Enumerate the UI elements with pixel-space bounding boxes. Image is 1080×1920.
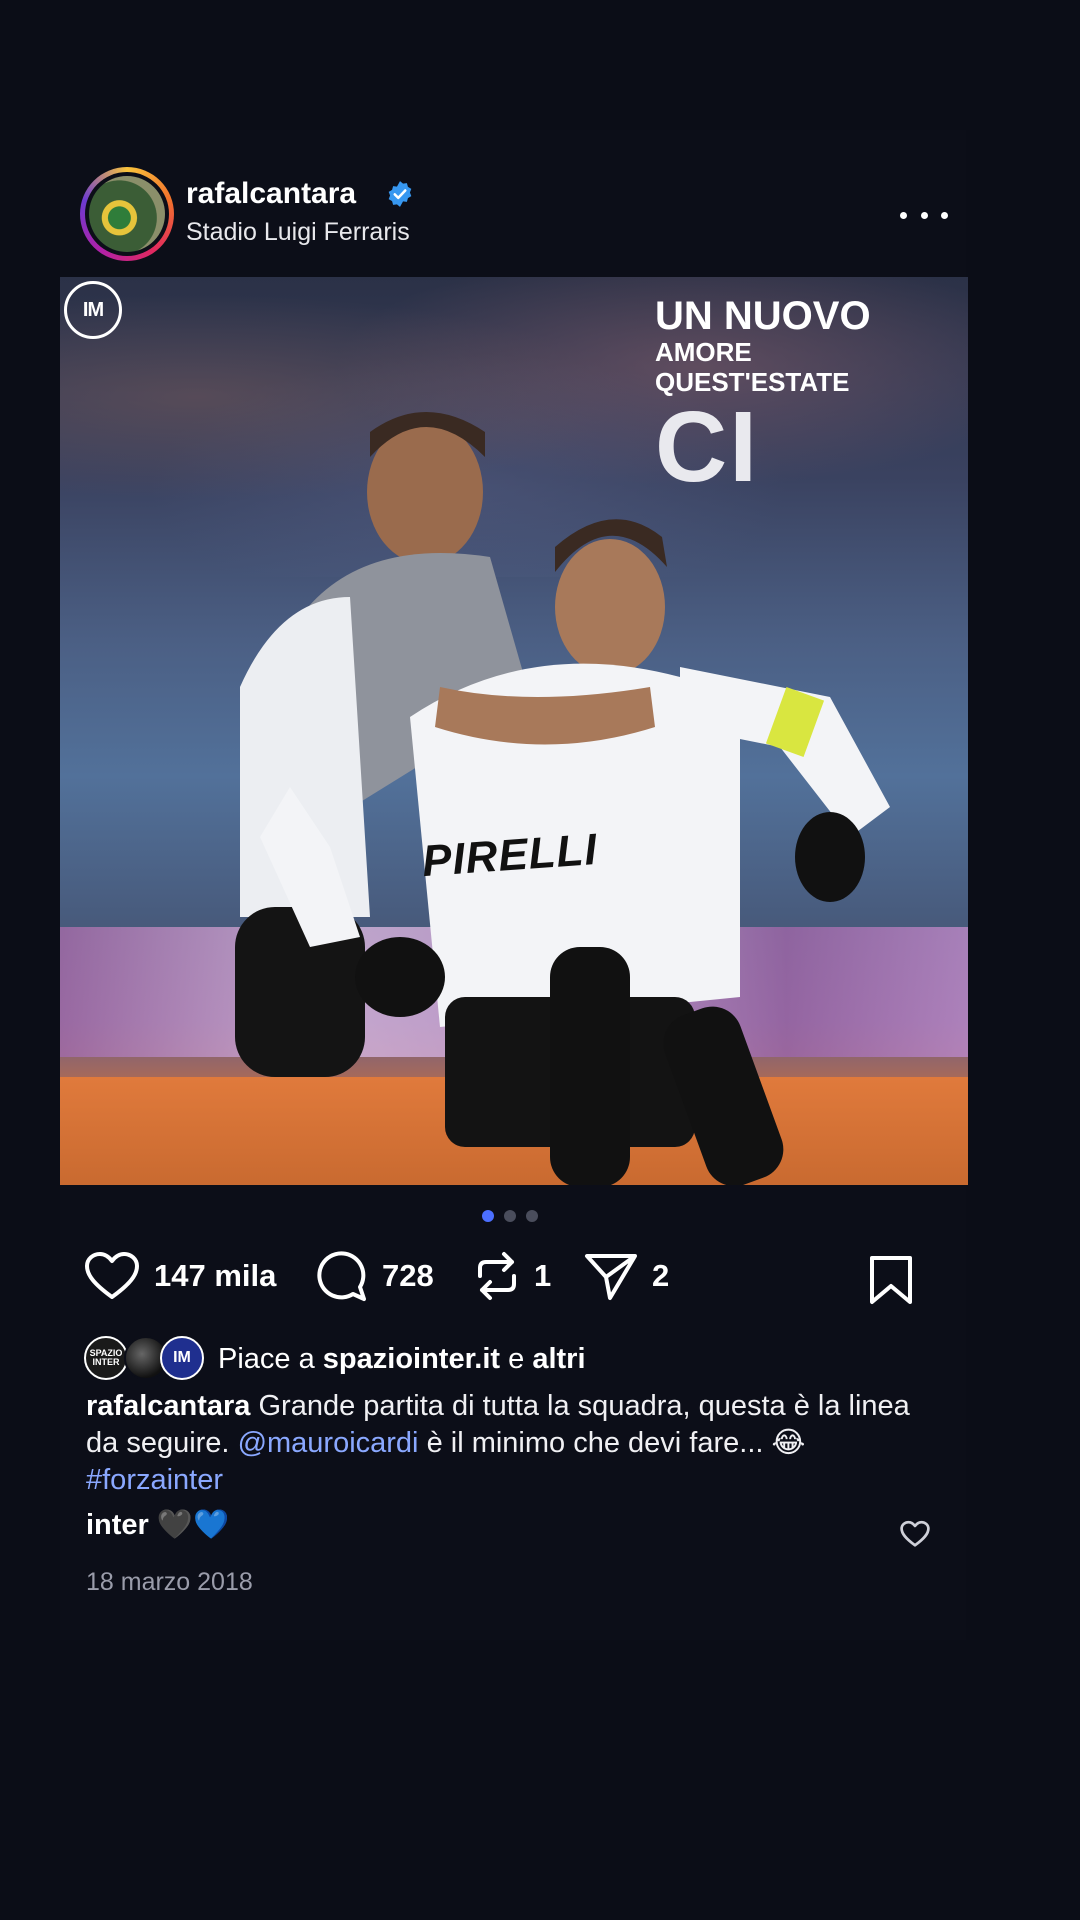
carousel-dot[interactable] [526, 1210, 538, 1222]
profile-avatar[interactable] [80, 167, 174, 261]
avatar: SPAZIO INTER [84, 1336, 128, 1380]
repost-button[interactable]: 1 [474, 1246, 551, 1306]
verified-badge-icon [388, 181, 412, 207]
players-illustration [235, 412, 890, 1185]
inter-logo-icon: IM [64, 281, 122, 339]
liked-by-avatars: SPAZIO INTER IM [84, 1336, 214, 1382]
overlay-line-2: AMORE [655, 337, 752, 367]
comment-button[interactable]: 728 [314, 1246, 434, 1306]
liked-by-user[interactable]: spaziointer.it [323, 1343, 500, 1375]
post-date: 18 marzo 2018 [86, 1568, 253, 1596]
repost-icon [478, 1252, 516, 1300]
carousel-indicator [482, 1210, 538, 1222]
liked-by-connector: e [508, 1342, 525, 1375]
username[interactable]: rafalcantara [186, 177, 356, 211]
post-caption: rafalcantara Grande partita di tutta la … [86, 1388, 946, 1499]
carousel-dot[interactable] [504, 1210, 516, 1222]
heart-icon [85, 1252, 139, 1299]
caption-mention[interactable]: @mauroicardi [238, 1427, 419, 1459]
comment-username[interactable]: inter [86, 1509, 149, 1541]
photo-overlay-text: UN NUOVO AMORE QUEST'ESTATE CI [655, 295, 871, 497]
comment-row: inter 🖤💙 [86, 1508, 229, 1542]
likes-count: 147 mila [154, 1258, 277, 1293]
comment-icon [317, 1251, 366, 1301]
share-button[interactable]: 2 [584, 1246, 669, 1306]
liked-by-text: Piace a spaziointer.it e altri [218, 1343, 586, 1376]
overlay-line-4: CI [655, 391, 759, 503]
comments-count: 728 [382, 1258, 434, 1293]
more-options-icon[interactable] [900, 200, 948, 230]
liked-by-others[interactable]: altri [532, 1343, 585, 1375]
caption-hashtag[interactable]: #forzainter [86, 1464, 223, 1496]
like-button[interactable]: 147 mila [84, 1246, 276, 1306]
avatar: IM [160, 1336, 204, 1380]
share-icon [585, 1254, 637, 1300]
caption-text-2: è il minimo che devi fare... 😂 [426, 1427, 806, 1459]
bookmark-icon[interactable] [868, 1254, 914, 1306]
shares-count: 2 [652, 1258, 670, 1293]
liked-by-row[interactable]: SPAZIO INTER IM Piace a spaziointer.it e… [84, 1336, 586, 1382]
comment-text: 🖤💙 [156, 1509, 230, 1541]
carousel-dot[interactable] [482, 1210, 494, 1222]
overlay-line-1: UN NUOVO [655, 294, 871, 338]
post-photo[interactable]: IM UN NUOVO AMORE QUEST'ESTATE CI PIRELL… [60, 277, 968, 1185]
post-location[interactable]: Stadio Luigi Ferraris [186, 218, 410, 247]
reposts-count: 1 [534, 1258, 552, 1293]
post-card: rafalcantara Stadio Luigi Ferraris IM UN… [60, 130, 968, 1640]
avatar-image [89, 176, 165, 252]
action-bar: 147 mila 728 1 2 [84, 1246, 944, 1306]
liked-by-prefix: Piace a [218, 1342, 315, 1375]
caption-username[interactable]: rafalcantara [86, 1390, 250, 1422]
comment-like-heart-icon[interactable] [900, 1520, 930, 1548]
